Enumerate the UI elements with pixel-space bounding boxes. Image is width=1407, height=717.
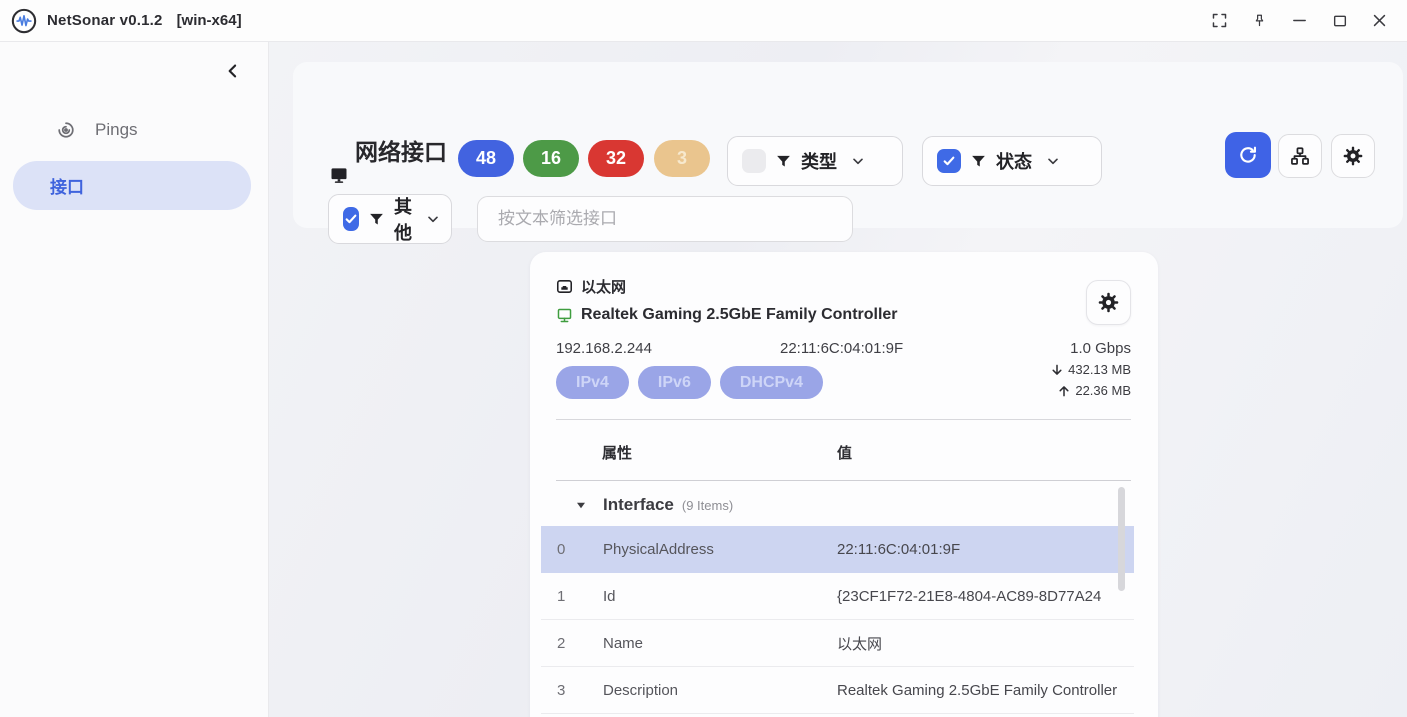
table-row[interactable]: 1 Id {23CF1F72-21E8-4804-AC89-8D77A24	[541, 573, 1134, 620]
row-value: Realtek Gaming 2.5GbE Family Controller	[837, 682, 1134, 699]
ip-address: 192.168.2.244	[556, 340, 652, 357]
divider	[556, 419, 1131, 420]
protocol-pill-dhcpv4: DHCPv4	[720, 366, 823, 399]
funnel-icon	[970, 153, 987, 170]
table-row[interactable]: 3 Description Realtek Gaming 2.5GbE Fami…	[541, 667, 1134, 714]
chevron-down-icon	[1045, 153, 1061, 169]
row-value: 22:11:6C:04:01:9F	[837, 541, 1134, 558]
minimize-button[interactable]	[1284, 6, 1315, 36]
app-platform: [win-x64]	[177, 12, 242, 29]
protocol-pills: IPv4 IPv6 DHCPv4	[556, 366, 823, 399]
monitor-green-icon	[556, 307, 573, 324]
status-filter-checkbox[interactable]	[937, 149, 961, 173]
arrow-down-icon	[1050, 363, 1064, 377]
pin-button[interactable]	[1244, 6, 1275, 36]
sidebar-item-label: 接口	[50, 173, 84, 198]
titlebar: NetSonar v0.1.2 [win-x64]	[0, 0, 1407, 42]
interface-name: 以太网	[581, 276, 626, 297]
download-value: 432.13 MB	[1068, 362, 1131, 377]
row-attribute: Id	[603, 588, 828, 605]
count-badge-tan: 3	[654, 140, 710, 177]
sidebar-item-interfaces[interactable]: 接口	[13, 161, 251, 210]
type-filter-label: 类型	[801, 148, 837, 174]
type-filter-dropdown[interactable]: 类型	[727, 136, 903, 186]
row-attribute: Description	[603, 682, 828, 699]
sidebar-item-pings[interactable]: Pings	[13, 108, 251, 152]
count-badge-green: 16	[523, 140, 579, 177]
row-index: 0	[557, 541, 565, 558]
interface-settings-button[interactable]	[1086, 280, 1131, 325]
row-attribute: Name	[603, 635, 828, 652]
row-value: 以太网	[837, 633, 1134, 654]
table-row[interactable]: 2 Name 以太网	[541, 620, 1134, 667]
search-input[interactable]	[477, 196, 853, 242]
interfaces-toolbar: 网络接口 48 16 32 3 类型	[293, 62, 1403, 228]
sidebar: Pings 接口	[0, 42, 269, 717]
sitemap-button[interactable]	[1278, 134, 1322, 178]
ethernet-port-icon	[556, 278, 573, 295]
app-window: NetSonar v0.1.2 [win-x64]	[0, 0, 1407, 717]
upload-total: 22.36 MB	[1057, 383, 1131, 398]
table-header-value: 值	[837, 442, 852, 463]
interface-description: Realtek Gaming 2.5GbE Family Controller	[581, 306, 898, 324]
table-header-attribute: 属性	[602, 442, 632, 463]
other-filter-checkbox[interactable]	[343, 207, 359, 231]
sidebar-item-label: Pings	[95, 120, 138, 140]
protocol-pill-ipv6: IPv6	[638, 366, 711, 399]
chevron-down-icon	[850, 153, 866, 169]
mac-address: 22:11:6C:04:01:9F	[780, 340, 903, 357]
refresh-button[interactable]	[1225, 132, 1271, 178]
row-value: {23CF1F72-21E8-4804-AC89-8D77A24	[837, 588, 1134, 605]
properties-table: Interface (9 Items) 0 PhysicalAddress 22…	[541, 484, 1134, 714]
ping-icon	[55, 119, 77, 141]
row-index: 1	[557, 588, 565, 605]
table-scrollbar[interactable]	[1118, 487, 1125, 591]
group-count: (9 Items)	[682, 498, 733, 513]
fullscreen-button[interactable]	[1204, 6, 1235, 36]
status-filter-dropdown[interactable]: 状态	[922, 136, 1102, 186]
main-content: 网络接口 48 16 32 3 类型	[269, 42, 1407, 717]
upload-value: 22.36 MB	[1075, 383, 1131, 398]
window-controls	[1204, 6, 1407, 36]
link-speed: 1.0 Gbps	[1070, 340, 1131, 357]
type-filter-checkbox[interactable]	[742, 149, 766, 173]
interface-description-row: Realtek Gaming 2.5GbE Family Controller	[556, 306, 898, 324]
row-index: 2	[557, 635, 565, 652]
app-logo-icon	[11, 8, 37, 34]
other-filter-dropdown[interactable]: 其他	[328, 194, 452, 244]
group-name: Interface	[603, 495, 674, 515]
funnel-icon	[775, 153, 792, 170]
monitor-icon	[329, 165, 349, 185]
funnel-icon	[368, 211, 385, 228]
download-total: 432.13 MB	[1050, 362, 1131, 377]
row-attribute: PhysicalAddress	[603, 541, 828, 558]
app-title: NetSonar v0.1.2	[47, 12, 163, 29]
status-filter-label: 状态	[996, 148, 1032, 174]
sidebar-collapse-button[interactable]	[220, 58, 246, 84]
other-filter-label: 其他	[394, 193, 412, 245]
table-row[interactable]: 0 PhysicalAddress 22:11:6C:04:01:9F	[541, 526, 1134, 573]
settings-button[interactable]	[1331, 134, 1375, 178]
arrow-up-icon	[1057, 384, 1071, 398]
caret-down-icon	[575, 499, 587, 511]
count-badge-up: 48	[458, 140, 514, 177]
row-index: 3	[557, 682, 565, 699]
count-badge-red: 32	[588, 140, 644, 177]
maximize-button[interactable]	[1324, 6, 1355, 36]
interface-card: 以太网 Realtek Gaming 2.5GbE Family Control…	[530, 252, 1158, 717]
table-group-row[interactable]: Interface (9 Items)	[541, 484, 1134, 526]
page-title: 网络接口	[355, 125, 447, 175]
divider	[556, 480, 1131, 481]
chevron-down-icon	[425, 211, 441, 227]
close-button[interactable]	[1364, 6, 1395, 36]
interface-name-row: 以太网	[556, 276, 626, 297]
protocol-pill-ipv4: IPv4	[556, 366, 629, 399]
